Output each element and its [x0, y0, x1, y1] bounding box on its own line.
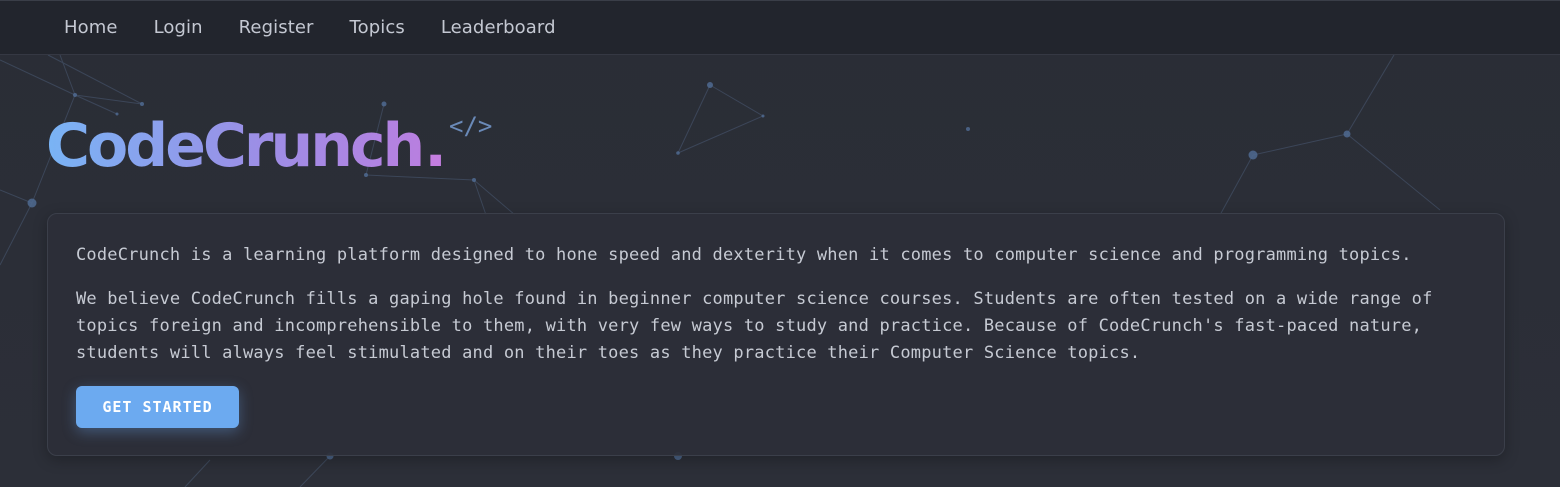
- code-brackets-icon: </>: [449, 112, 493, 140]
- brand-dot: .: [424, 111, 448, 181]
- nav-link-register[interactable]: Register: [239, 17, 314, 38]
- nav-link-login[interactable]: Login: [154, 17, 203, 38]
- nav-link-home[interactable]: Home: [64, 17, 118, 38]
- intro-card: CodeCrunch is a learning platform design…: [47, 213, 1505, 456]
- nav-link-topics[interactable]: Topics: [350, 17, 405, 38]
- page: Home Login Register Topics Leaderboard C…: [0, 0, 1560, 487]
- intro-paragraph-2: We believe CodeCrunch fills a gaping hol…: [76, 289, 1433, 363]
- top-navbar: Home Login Register Topics Leaderboard: [0, 0, 1560, 55]
- get-started-button[interactable]: GET STARTED: [76, 386, 239, 428]
- brand-logo: CodeCrunch . </>: [46, 108, 492, 184]
- intro-paragraph-1: CodeCrunch is a learning platform design…: [76, 245, 1412, 265]
- nav-link-leaderboard[interactable]: Leaderboard: [441, 17, 556, 38]
- brand-name: CodeCrunch: [46, 108, 425, 184]
